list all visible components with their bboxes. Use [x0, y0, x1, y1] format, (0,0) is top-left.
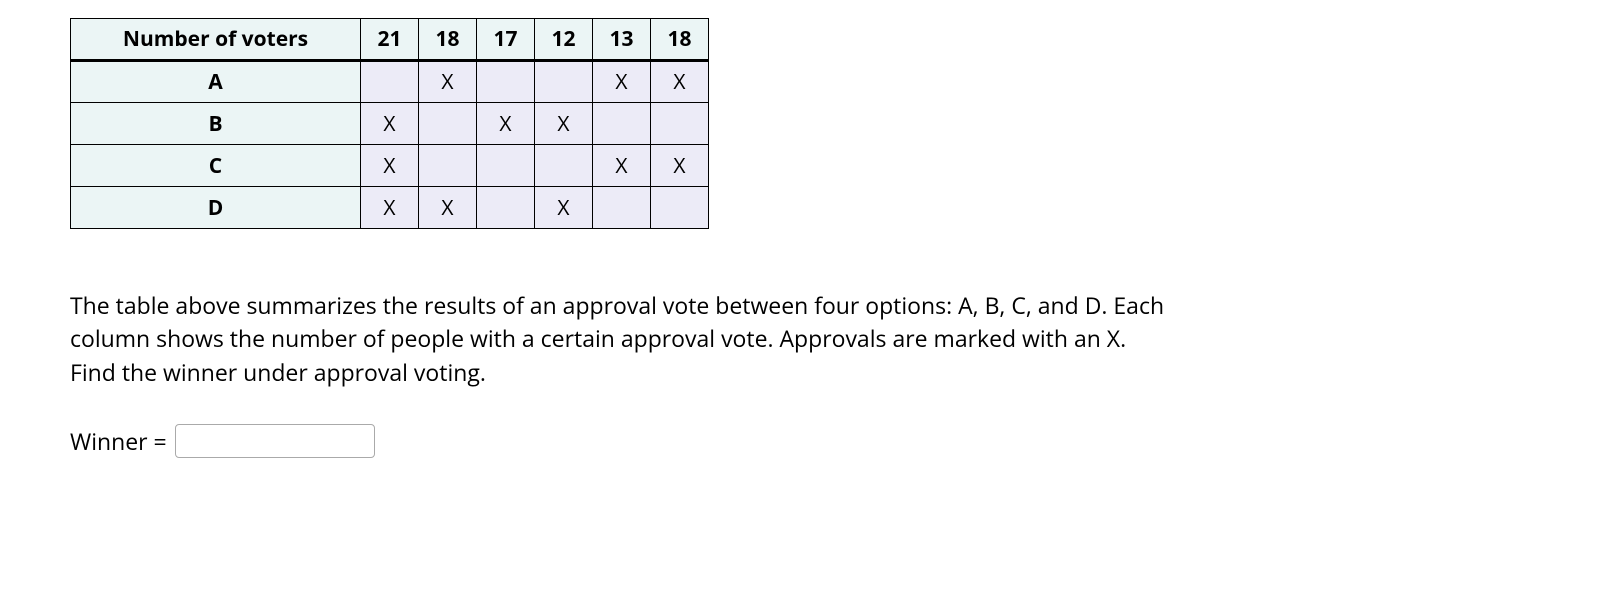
table-row: D X X X [71, 187, 709, 229]
mark-cell [651, 103, 709, 145]
mark-cell [593, 103, 651, 145]
mark-cell: X [593, 145, 651, 187]
question-text: The table above summarizes the results o… [70, 289, 1170, 389]
table-row: C X X X [71, 145, 709, 187]
mark-cell [477, 187, 535, 229]
voting-table: Number of voters 21 18 17 12 13 18 A X X… [70, 18, 709, 229]
table-row: B X X X [71, 103, 709, 145]
col-header: 17 [477, 19, 535, 61]
mark-cell: X [419, 187, 477, 229]
mark-cell: X [361, 103, 419, 145]
col-header: 18 [419, 19, 477, 61]
row-label: D [71, 187, 361, 229]
row-label: B [71, 103, 361, 145]
winner-label: Winner = [70, 425, 167, 457]
mark-cell: X [361, 187, 419, 229]
winner-input[interactable] [175, 424, 375, 458]
mark-cell [419, 103, 477, 145]
mark-cell: X [593, 61, 651, 103]
answer-row: Winner = [70, 424, 1552, 458]
mark-cell: X [651, 145, 709, 187]
mark-cell: X [419, 61, 477, 103]
mark-cell [535, 145, 593, 187]
table-header-row: Number of voters 21 18 17 12 13 18 [71, 19, 709, 61]
mark-cell: X [651, 61, 709, 103]
mark-cell [535, 61, 593, 103]
col-header: 18 [651, 19, 709, 61]
mark-cell [477, 61, 535, 103]
mark-cell: X [477, 103, 535, 145]
row-label: A [71, 61, 361, 103]
header-voters-label: Number of voters [71, 19, 361, 61]
mark-cell [651, 187, 709, 229]
mark-cell [477, 145, 535, 187]
mark-cell [361, 61, 419, 103]
mark-cell [593, 187, 651, 229]
mark-cell: X [361, 145, 419, 187]
mark-cell: X [535, 187, 593, 229]
table-row: A X X X [71, 61, 709, 103]
mark-cell [419, 145, 477, 187]
col-header: 21 [361, 19, 419, 61]
col-header: 12 [535, 19, 593, 61]
mark-cell: X [535, 103, 593, 145]
col-header: 13 [593, 19, 651, 61]
row-label: C [71, 145, 361, 187]
